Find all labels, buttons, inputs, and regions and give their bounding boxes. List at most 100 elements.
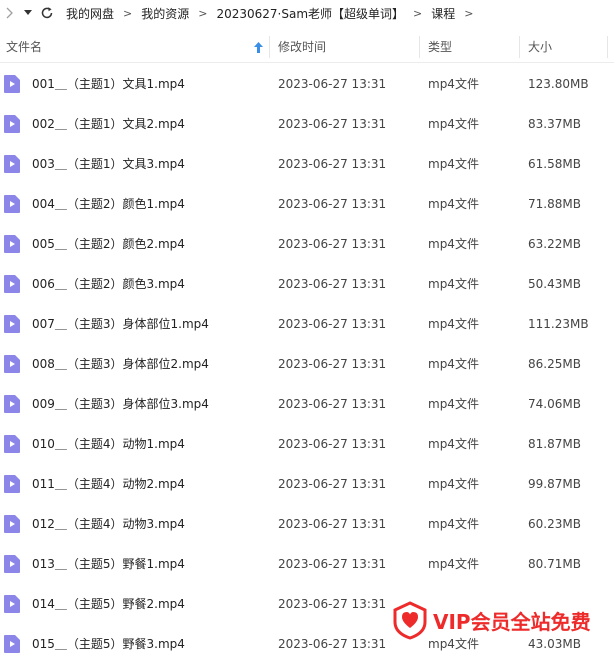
file-name[interactable]: 003＿（主题1）文具3.mp4 (32, 144, 185, 184)
file-name[interactable]: 001＿（主题1）文具1.mp4 (32, 64, 185, 104)
file-name[interactable]: 004＿（主题2）颜色1.mp4 (32, 184, 185, 224)
file-type: mp4文件 (428, 437, 479, 451)
video-file-icon (4, 515, 20, 533)
file-row[interactable]: 009＿（主题3）身体部位3.mp4 2023-06-27 13:31 mp4文… (0, 384, 614, 424)
video-file-icon (4, 395, 20, 413)
file-name[interactable]: 014＿（主题5）野餐2.mp4 (32, 584, 185, 624)
column-size-header[interactable]: 大小 (528, 32, 608, 62)
file-row[interactable]: 008＿（主题3）身体部位2.mp4 2023-06-27 13:31 mp4文… (0, 344, 614, 384)
chevron-right-icon[interactable]: > (464, 7, 473, 20)
video-file-icon (4, 315, 20, 333)
file-row[interactable]: 004＿（主题2）颜色1.mp4 2023-06-27 13:31 mp4文件 … (0, 184, 614, 224)
file-name[interactable]: 005＿（主题2）颜色2.mp4 (32, 224, 185, 264)
file-row[interactable]: 013＿（主题5）野餐1.mp4 2023-06-27 13:31 mp4文件 … (0, 544, 614, 584)
file-name[interactable]: 008＿（主题3）身体部位2.mp4 (32, 344, 209, 384)
file-date: 2023-06-27 13:31 (278, 77, 387, 91)
watermark: VIP会员全站免费 (391, 598, 601, 642)
file-type: mp4文件 (428, 477, 479, 491)
file-date: 2023-06-27 13:31 (278, 557, 387, 571)
column-divider[interactable] (607, 36, 608, 58)
history-dropdown-button[interactable] (20, 0, 36, 26)
file-date: 2023-06-27 13:31 (278, 477, 387, 491)
file-row[interactable]: 005＿（主题2）颜色2.mp4 2023-06-27 13:31 mp4文件 … (0, 224, 614, 264)
vip-logo-icon (393, 601, 427, 640)
file-name[interactable]: 012＿（主题4）动物3.mp4 (32, 504, 185, 544)
file-name[interactable]: 009＿（主题3）身体部位3.mp4 (32, 384, 209, 424)
video-file-icon (4, 235, 20, 253)
column-type-header[interactable]: 类型 (428, 32, 518, 62)
file-type: mp4文件 (428, 517, 479, 531)
file-name[interactable]: 010＿（主题4）动物1.mp4 (32, 424, 185, 464)
file-size: 86.25MB (528, 357, 581, 371)
file-type: mp4文件 (428, 197, 479, 211)
refresh-icon (41, 7, 53, 19)
file-name[interactable]: 013＿（主题5）野餐1.mp4 (32, 544, 185, 584)
chevron-right-icon (6, 7, 13, 19)
file-date: 2023-06-27 13:31 (278, 237, 387, 251)
file-row[interactable]: 011＿（主题4）动物2.mp4 2023-06-27 13:31 mp4文件 … (0, 464, 614, 504)
file-type: mp4文件 (428, 237, 479, 251)
file-date: 2023-06-27 13:31 (278, 397, 387, 411)
file-row[interactable]: 012＿（主题4）动物3.mp4 2023-06-27 13:31 mp4文件 … (0, 504, 614, 544)
file-row[interactable]: 007＿（主题3）身体部位1.mp4 2023-06-27 13:31 mp4文… (0, 304, 614, 344)
column-divider[interactable] (519, 36, 520, 58)
column-name-header[interactable]: 文件名 (6, 32, 268, 62)
video-file-icon (4, 435, 20, 453)
file-type: mp4文件 (428, 317, 479, 331)
file-type: mp4文件 (428, 77, 479, 91)
file-type: mp4文件 (428, 397, 479, 411)
forward-button[interactable] (0, 0, 20, 26)
file-date: 2023-06-27 13:31 (278, 597, 387, 611)
caret-down-icon (24, 10, 32, 15)
watermark-text: VIP会员全站免费 (433, 609, 591, 634)
file-row[interactable]: 010＿（主题4）动物1.mp4 2023-06-27 13:31 mp4文件 … (0, 424, 614, 464)
chevron-right-icon: > (198, 6, 208, 20)
file-name[interactable]: 011＿（主题4）动物2.mp4 (32, 464, 185, 504)
video-file-icon (4, 275, 20, 293)
file-size: 80.71MB (528, 557, 581, 571)
file-size: 74.06MB (528, 397, 581, 411)
video-file-icon (4, 635, 20, 653)
file-name[interactable]: 006＿（主题2）颜色3.mp4 (32, 264, 185, 304)
breadcrumb-item-folder[interactable]: 20230627·Sam老师【超级单词】 (216, 5, 404, 22)
breadcrumb-item-my-resources[interactable]: 我的资源 (141, 5, 189, 22)
file-name[interactable]: 002＿（主题1）文具2.mp4 (32, 104, 185, 144)
video-file-icon (4, 195, 20, 213)
column-divider[interactable] (269, 36, 270, 58)
column-date-header[interactable]: 修改时间 (278, 32, 418, 62)
file-size: 99.87MB (528, 477, 581, 491)
video-file-icon (4, 555, 20, 573)
file-size: 111.23MB (528, 317, 589, 331)
refresh-button[interactable] (36, 0, 58, 26)
file-date: 2023-06-27 13:31 (278, 437, 387, 451)
file-size: 123.80MB (528, 77, 589, 91)
video-file-icon (4, 115, 20, 133)
breadcrumb-bar: 我的网盘 > 我的资源 > 20230627·Sam老师【超级单词】 > 课程 … (0, 0, 614, 26)
column-header: 文件名 修改时间 类型 大小 (0, 32, 614, 63)
file-name[interactable]: 015＿（主题5）野餐3.mp4 (32, 624, 185, 664)
sort-ascending-icon[interactable] (254, 42, 263, 53)
file-date: 2023-06-27 13:31 (278, 117, 387, 131)
column-divider[interactable] (419, 36, 420, 58)
file-type: mp4文件 (428, 117, 479, 131)
file-name[interactable]: 007＿（主题3）身体部位1.mp4 (32, 304, 209, 344)
breadcrumb-item-my-drive[interactable]: 我的网盘 (66, 5, 114, 22)
file-size: 83.37MB (528, 117, 581, 131)
video-file-icon (4, 75, 20, 93)
breadcrumb-item-courses[interactable]: 课程 (431, 5, 455, 22)
file-row[interactable]: 006＿（主题2）颜色3.mp4 2023-06-27 13:31 mp4文件 … (0, 264, 614, 304)
file-type: mp4文件 (428, 357, 479, 371)
file-row[interactable]: 003＿（主题1）文具3.mp4 2023-06-27 13:31 mp4文件 … (0, 144, 614, 184)
file-date: 2023-06-27 13:31 (278, 277, 387, 291)
file-type: mp4文件 (428, 157, 479, 171)
file-date: 2023-06-27 13:31 (278, 637, 387, 651)
file-size: 63.22MB (528, 237, 581, 251)
chevron-right-icon: > (413, 6, 423, 20)
video-file-icon (4, 155, 20, 173)
file-row[interactable]: 001＿（主题1）文具1.mp4 2023-06-27 13:31 mp4文件 … (0, 64, 614, 104)
video-file-icon (4, 355, 20, 373)
file-row[interactable]: 002＿（主题1）文具2.mp4 2023-06-27 13:31 mp4文件 … (0, 104, 614, 144)
breadcrumb: 我的网盘 > 我的资源 > 20230627·Sam老师【超级单词】 > 课程 … (66, 5, 482, 22)
video-file-icon (4, 475, 20, 493)
video-file-icon (4, 595, 20, 613)
